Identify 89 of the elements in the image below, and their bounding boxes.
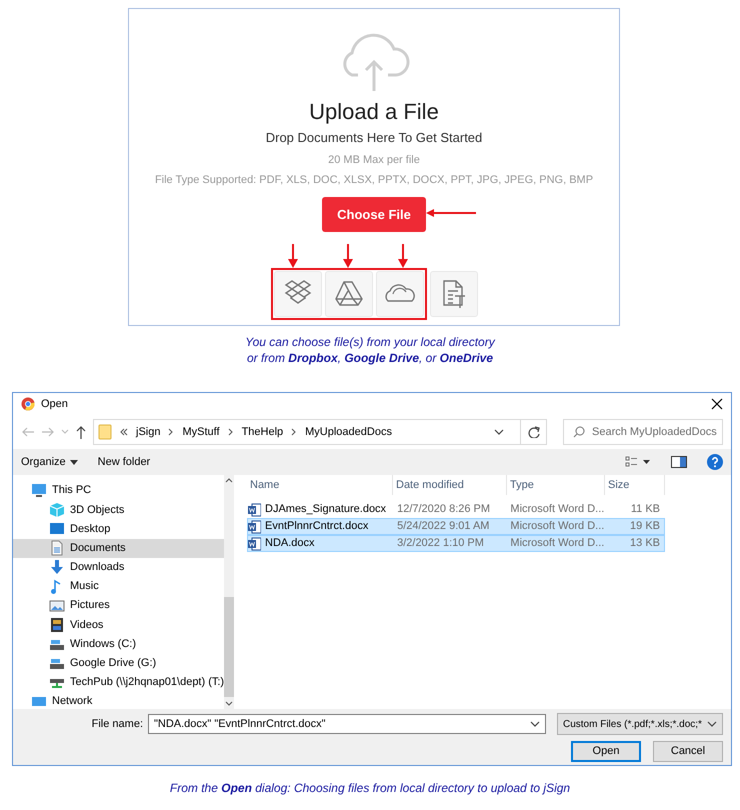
- file-size: 13 KB: [629, 536, 661, 552]
- search-field[interactable]: Search MyUploadedDocs: [563, 419, 723, 445]
- nav-item[interactable]: Documents: [13, 538, 224, 558]
- new-folder-button[interactable]: New folder: [98, 454, 150, 470]
- file-name: DJAmes_Signature.docx: [265, 502, 386, 518]
- file-name-label: File name:: [92, 716, 143, 732]
- browser-logo-icon: [21, 397, 35, 411]
- file-date: 12/7/2020 8:26 PM: [396, 502, 492, 518]
- folder-icon: [98, 424, 112, 440]
- word-document-icon: [248, 520, 261, 534]
- file-name-field[interactable]: "NDA.docx" "EvntPlnnrCntrct.docx": [148, 714, 546, 734]
- template-button[interactable]: [430, 271, 478, 317]
- word-document-icon: [248, 536, 261, 550]
- nav-item[interactable]: Network: [13, 692, 224, 712]
- document-icon: [49, 540, 65, 556]
- dropdown-caret-icon: [707, 721, 717, 727]
- file-type: Microsoft Word D...: [509, 502, 604, 518]
- double-chevron-icon: [120, 428, 128, 436]
- breadcrumb-item[interactable]: MyUploadedDocs: [305, 424, 392, 440]
- google-drive-button[interactable]: [324, 271, 372, 317]
- file-type: Microsoft Word D...: [509, 519, 604, 534]
- file-date: 3/2/2022 1:10 PM: [396, 536, 485, 552]
- nav-item[interactable]: Pictures: [13, 596, 224, 616]
- caption-text: You can choose file(s) from your local directory: [244, 334, 496, 350]
- caption-text: or from Dropbox, Google Drive, or OneDrive: [246, 350, 494, 366]
- breadcrumb-item[interactable]: jSign: [136, 424, 160, 440]
- upload-title: Upload a File: [308, 98, 440, 126]
- file-size: 19 KB: [629, 519, 661, 534]
- nav-item[interactable]: Google Drive (G:): [13, 654, 224, 673]
- up-arrow-icon: [75, 425, 87, 439]
- dropdown-caret-icon: [530, 721, 540, 727]
- annotation-arrow: [426, 208, 478, 218]
- pc-icon: [31, 482, 47, 499]
- chevron-icon: [228, 428, 234, 436]
- nav-item[interactable]: Videos: [13, 615, 224, 634]
- breadcrumb-item[interactable]: TheHelp: [242, 424, 284, 440]
- dropbox-button[interactable]: [274, 271, 322, 317]
- view-options-icon: [625, 456, 651, 468]
- nav-item[interactable]: TechPub (\\j2hqnap01\dept) (T:): [13, 672, 224, 692]
- nav-item[interactable]: Desktop: [13, 519, 224, 539]
- close-icon: [711, 398, 723, 410]
- refresh-icon: [528, 426, 540, 438]
- desktop-icon: [49, 520, 65, 537]
- organize-menu[interactable]: Organize: [21, 454, 78, 470]
- file-row[interactable]: DJAmes_Signature.docx 12/7/2020 8:26 PM Microsoft Word D... 11 KB: [247, 501, 665, 518]
- dialog-title: Open: [41, 396, 69, 412]
- column-header[interactable]: Name: [247, 475, 393, 495]
- nav-item[interactable]: 3D Objects: [13, 500, 224, 520]
- preview-pane-icon: [671, 456, 687, 468]
- file-name: EvntPlnnrCntrct.docx: [265, 519, 368, 534]
- dropdown-caret-icon: [494, 429, 504, 435]
- forward-arrow-icon: [41, 426, 55, 438]
- help-icon: [707, 454, 723, 470]
- caption-text: From the Open dialog: Choosing files from local directory to upload to jSign: [168, 780, 572, 796]
- file-size: 11 KB: [630, 502, 661, 518]
- size-limit-text: 20 MB Max per file: [327, 152, 421, 168]
- file-types-text: File Type Supported: PDF, XLS, DOC, XLSX, PPTX, DOCX, PPT, JPG, JPEG, PNG, BMP: [154, 173, 594, 188]
- file-row[interactable]: NDA.docx 3/2/2022 1:10 PM Microsoft Word D... 13 KB: [247, 535, 665, 552]
- column-header[interactable]: Type: [507, 475, 605, 495]
- file-date: 5/24/2022 9:01 AM: [396, 519, 490, 534]
- word-document-icon: [248, 502, 261, 516]
- picture-icon: [49, 598, 65, 614]
- breadcrumb-item[interactable]: MyStuff: [182, 424, 220, 440]
- column-header[interactable]: Date modified: [393, 475, 507, 495]
- download-icon: [49, 559, 65, 576]
- back-arrow-icon: [21, 426, 35, 438]
- file-name: NDA.docx: [265, 536, 315, 552]
- caret-icon: [61, 429, 69, 435]
- nav-item[interactable]: Music: [13, 576, 224, 596]
- cancel-button[interactable]: Cancel: [653, 741, 723, 762]
- nav-item[interactable]: This PC: [13, 481, 224, 500]
- column-header[interactable]: Size: [605, 475, 665, 495]
- file-row[interactable]: EvntPlnnrCntrct.docx 5/24/2022 9:01 AM Microsoft Word D... 19 KB: [247, 518, 665, 535]
- file-type-dropdown[interactable]: Custom Files (*.pdf;*.xls;*.doc;*: [557, 713, 723, 735]
- chevron-icon: [291, 428, 298, 436]
- scroll-up-icon: [225, 478, 234, 483]
- cube-icon: [49, 502, 65, 518]
- scroll-down-icon: [225, 701, 234, 706]
- upload-subtitle: Drop Documents Here To Get Started: [264, 129, 484, 147]
- file-type: Microsoft Word D...: [509, 536, 604, 552]
- nav-item[interactable]: Windows (C:): [13, 634, 224, 654]
- search-icon: [573, 426, 585, 438]
- nav-item[interactable]: Downloads: [13, 558, 224, 577]
- choose-file-button[interactable]: Choose File: [322, 196, 426, 232]
- caret-icon: [70, 460, 78, 464]
- open-button[interactable]: Open: [571, 741, 641, 762]
- video-icon: [49, 616, 65, 633]
- onedrive-button[interactable]: [376, 271, 424, 317]
- chevron-icon: [168, 428, 174, 436]
